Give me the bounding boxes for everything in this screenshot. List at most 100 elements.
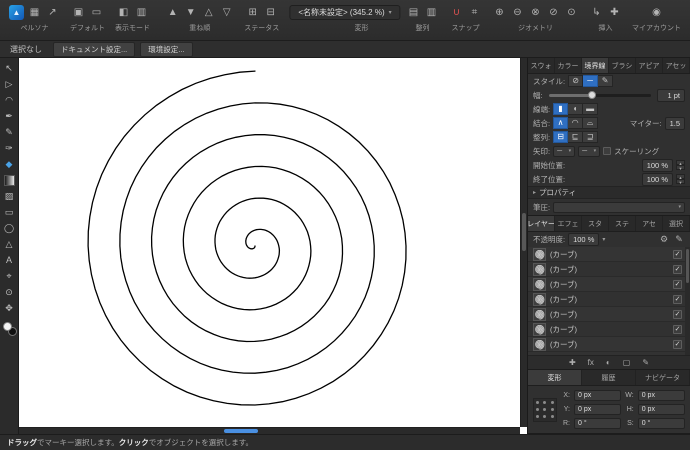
stroke-width-value[interactable]: 1 pt	[657, 88, 685, 102]
layer-row[interactable]: (カーブ) ✓	[528, 277, 690, 292]
stroke-style-solid-button[interactable]: ─	[583, 75, 599, 87]
align-icon[interactable]: ▤	[406, 5, 421, 20]
pressure-profile-dropdown[interactable]: ▾	[553, 201, 685, 213]
layer-row[interactable]: (カーブ) ✓	[528, 292, 690, 307]
snap-options-icon[interactable]: ⌗	[467, 5, 482, 20]
horizontal-scrollbar[interactable]	[19, 427, 520, 434]
start-offset-stepper[interactable]: ▲ ▼	[676, 160, 685, 171]
pen-tool[interactable]: ✒	[2, 109, 17, 124]
tab-colour[interactable]: カラー	[555, 58, 582, 73]
anchor-selector[interactable]	[533, 397, 557, 422]
slider-knob[interactable]	[587, 90, 596, 99]
layer-row[interactable]: (カーブ) ✓	[528, 307, 690, 322]
preferences-button[interactable]: 環境設定...	[140, 41, 193, 57]
tab-swatches[interactable]: スウォ	[528, 58, 555, 73]
adjustment-icon[interactable]: ◐	[606, 358, 611, 367]
transparency-tool[interactable]: ▨	[2, 189, 17, 204]
outline-view-icon[interactable]: ◧	[116, 5, 131, 20]
tab-appearance[interactable]: アピア	[636, 58, 663, 73]
align-center-button[interactable]: ⊟	[553, 131, 569, 143]
join-round-button[interactable]: ◠	[568, 117, 584, 129]
shape-tool[interactable]: △	[2, 237, 17, 252]
stroke-style-none-button[interactable]: ⊘	[568, 75, 584, 87]
mask-icon[interactable]: ▢	[623, 358, 631, 367]
layer-row[interactable]: (カーブ) ✓	[528, 247, 690, 262]
forward-one-icon[interactable]: △	[201, 5, 216, 20]
stroke-style-texture-button[interactable]: ✎	[598, 75, 614, 87]
document-title[interactable]: <名称未設定> (345.2 %) ▾	[289, 5, 401, 20]
boolean-intersect-icon[interactable]: ⊗	[528, 5, 543, 20]
revert-defaults-icon[interactable]: ▭	[89, 5, 104, 20]
edit-all-layers-icon[interactable]: ✎	[673, 234, 685, 245]
tab-stock[interactable]: ステ	[609, 216, 636, 231]
distribute-icon[interactable]: ▥	[424, 5, 439, 20]
vertical-scrollbar[interactable]	[520, 58, 527, 427]
color-picker-tool[interactable]: ⌖	[2, 269, 17, 284]
hand-tool[interactable]: ✥	[2, 301, 17, 316]
corner-tool[interactable]: ◠	[2, 93, 17, 108]
layer-visibility-checkbox[interactable]: ✓	[673, 339, 682, 349]
fill-stroke-swatches[interactable]	[2, 321, 17, 336]
layers-scrollbar[interactable]	[685, 247, 690, 355]
layer-row[interactable]: (カーブ) ✓	[528, 322, 690, 337]
layer-visibility-checkbox[interactable]: ✓	[673, 324, 682, 334]
pixel-persona-icon[interactable]: ▦	[27, 5, 42, 20]
x-field[interactable]: 0 px	[574, 390, 622, 401]
boolean-add-icon[interactable]: ⊕	[492, 5, 507, 20]
properties-header[interactable]: ▸ プロパティ	[528, 186, 690, 199]
fill-tool[interactable]: ◆	[2, 157, 17, 172]
add-layer-icon[interactable]: ✚	[569, 358, 576, 367]
boolean-divide-icon[interactable]: ⊙	[564, 5, 579, 20]
text-tool[interactable]: A	[2, 253, 17, 268]
send-back-icon[interactable]: ▼	[183, 5, 198, 20]
layer-effects-icon[interactable]: fx	[588, 358, 594, 367]
arrow-start-dropdown[interactable]: ─ ▾	[553, 145, 576, 157]
tab-transform[interactable]: 変形	[528, 370, 582, 385]
end-offset-value[interactable]: 100 %	[641, 172, 673, 186]
tab-selection[interactable]: 選択	[663, 216, 690, 231]
cap-butt-button[interactable]: ▮	[553, 103, 569, 115]
gradient-tool[interactable]	[3, 175, 15, 186]
layer-row[interactable]: (カーブ) ✓	[528, 262, 690, 277]
insert-inside-icon[interactable]: ↳	[589, 5, 604, 20]
layer-row[interactable]: (カーブ) ✓	[528, 337, 690, 352]
edit-layer-icon[interactable]: ✎	[642, 358, 649, 367]
node-tool[interactable]: ▷	[2, 77, 17, 92]
status-options-icon[interactable]: ⊟	[263, 5, 278, 20]
s-field[interactable]: 0 °	[637, 418, 685, 429]
blend-options-icon[interactable]: ⚙	[658, 234, 670, 245]
tab-stroke[interactable]: 境界線	[582, 58, 609, 73]
tab-layers[interactable]: レイヤー	[528, 216, 555, 231]
insert-behind-icon[interactable]: ✚	[607, 5, 622, 20]
designer-persona-icon[interactable]: ▲	[9, 5, 24, 20]
rectangle-tool[interactable]: ▭	[2, 205, 17, 220]
opacity-chevron-icon[interactable]: ▾	[602, 236, 605, 243]
cap-round-button[interactable]: ◖	[568, 103, 584, 115]
bring-front-icon[interactable]: ▲	[165, 5, 180, 20]
w-field[interactable]: 0 px	[637, 390, 685, 401]
zoom-tool[interactable]: ⊙	[2, 285, 17, 300]
align-inside-button[interactable]: ⊑	[568, 131, 584, 143]
layer-visibility-checkbox[interactable]: ✓	[673, 279, 682, 289]
miter-value[interactable]: 1.5	[664, 116, 685, 130]
sync-defaults-icon[interactable]: ▣	[71, 5, 86, 20]
layer-visibility-checkbox[interactable]: ✓	[673, 294, 682, 304]
tab-assets[interactable]: アセッ	[663, 58, 690, 73]
start-offset-value[interactable]: 100 %	[641, 158, 673, 172]
status-toggle-icon[interactable]: ⊞	[245, 5, 260, 20]
tab-assets-2[interactable]: アセ	[636, 216, 663, 231]
layer-visibility-checkbox[interactable]: ✓	[673, 249, 682, 259]
export-persona-icon[interactable]: ↗	[45, 5, 60, 20]
tab-styles[interactable]: スタ	[582, 216, 609, 231]
tab-navigator[interactable]: ナビゲータ	[636, 370, 690, 385]
opacity-value[interactable]: 100 %	[568, 233, 600, 246]
join-bevel-button[interactable]: ⌓	[583, 117, 599, 129]
layer-visibility-checkbox[interactable]: ✓	[673, 264, 682, 274]
h-field[interactable]: 0 px	[637, 404, 685, 415]
tab-brushes[interactable]: ブラシ	[609, 58, 636, 73]
layers-scroll-thumb[interactable]	[686, 249, 689, 283]
brush-tool[interactable]: ✑	[2, 141, 17, 156]
split-view-icon[interactable]: ▥	[134, 5, 149, 20]
horizontal-scroll-thumb[interactable]	[224, 429, 259, 433]
boolean-xor-icon[interactable]: ⊘	[546, 5, 561, 20]
